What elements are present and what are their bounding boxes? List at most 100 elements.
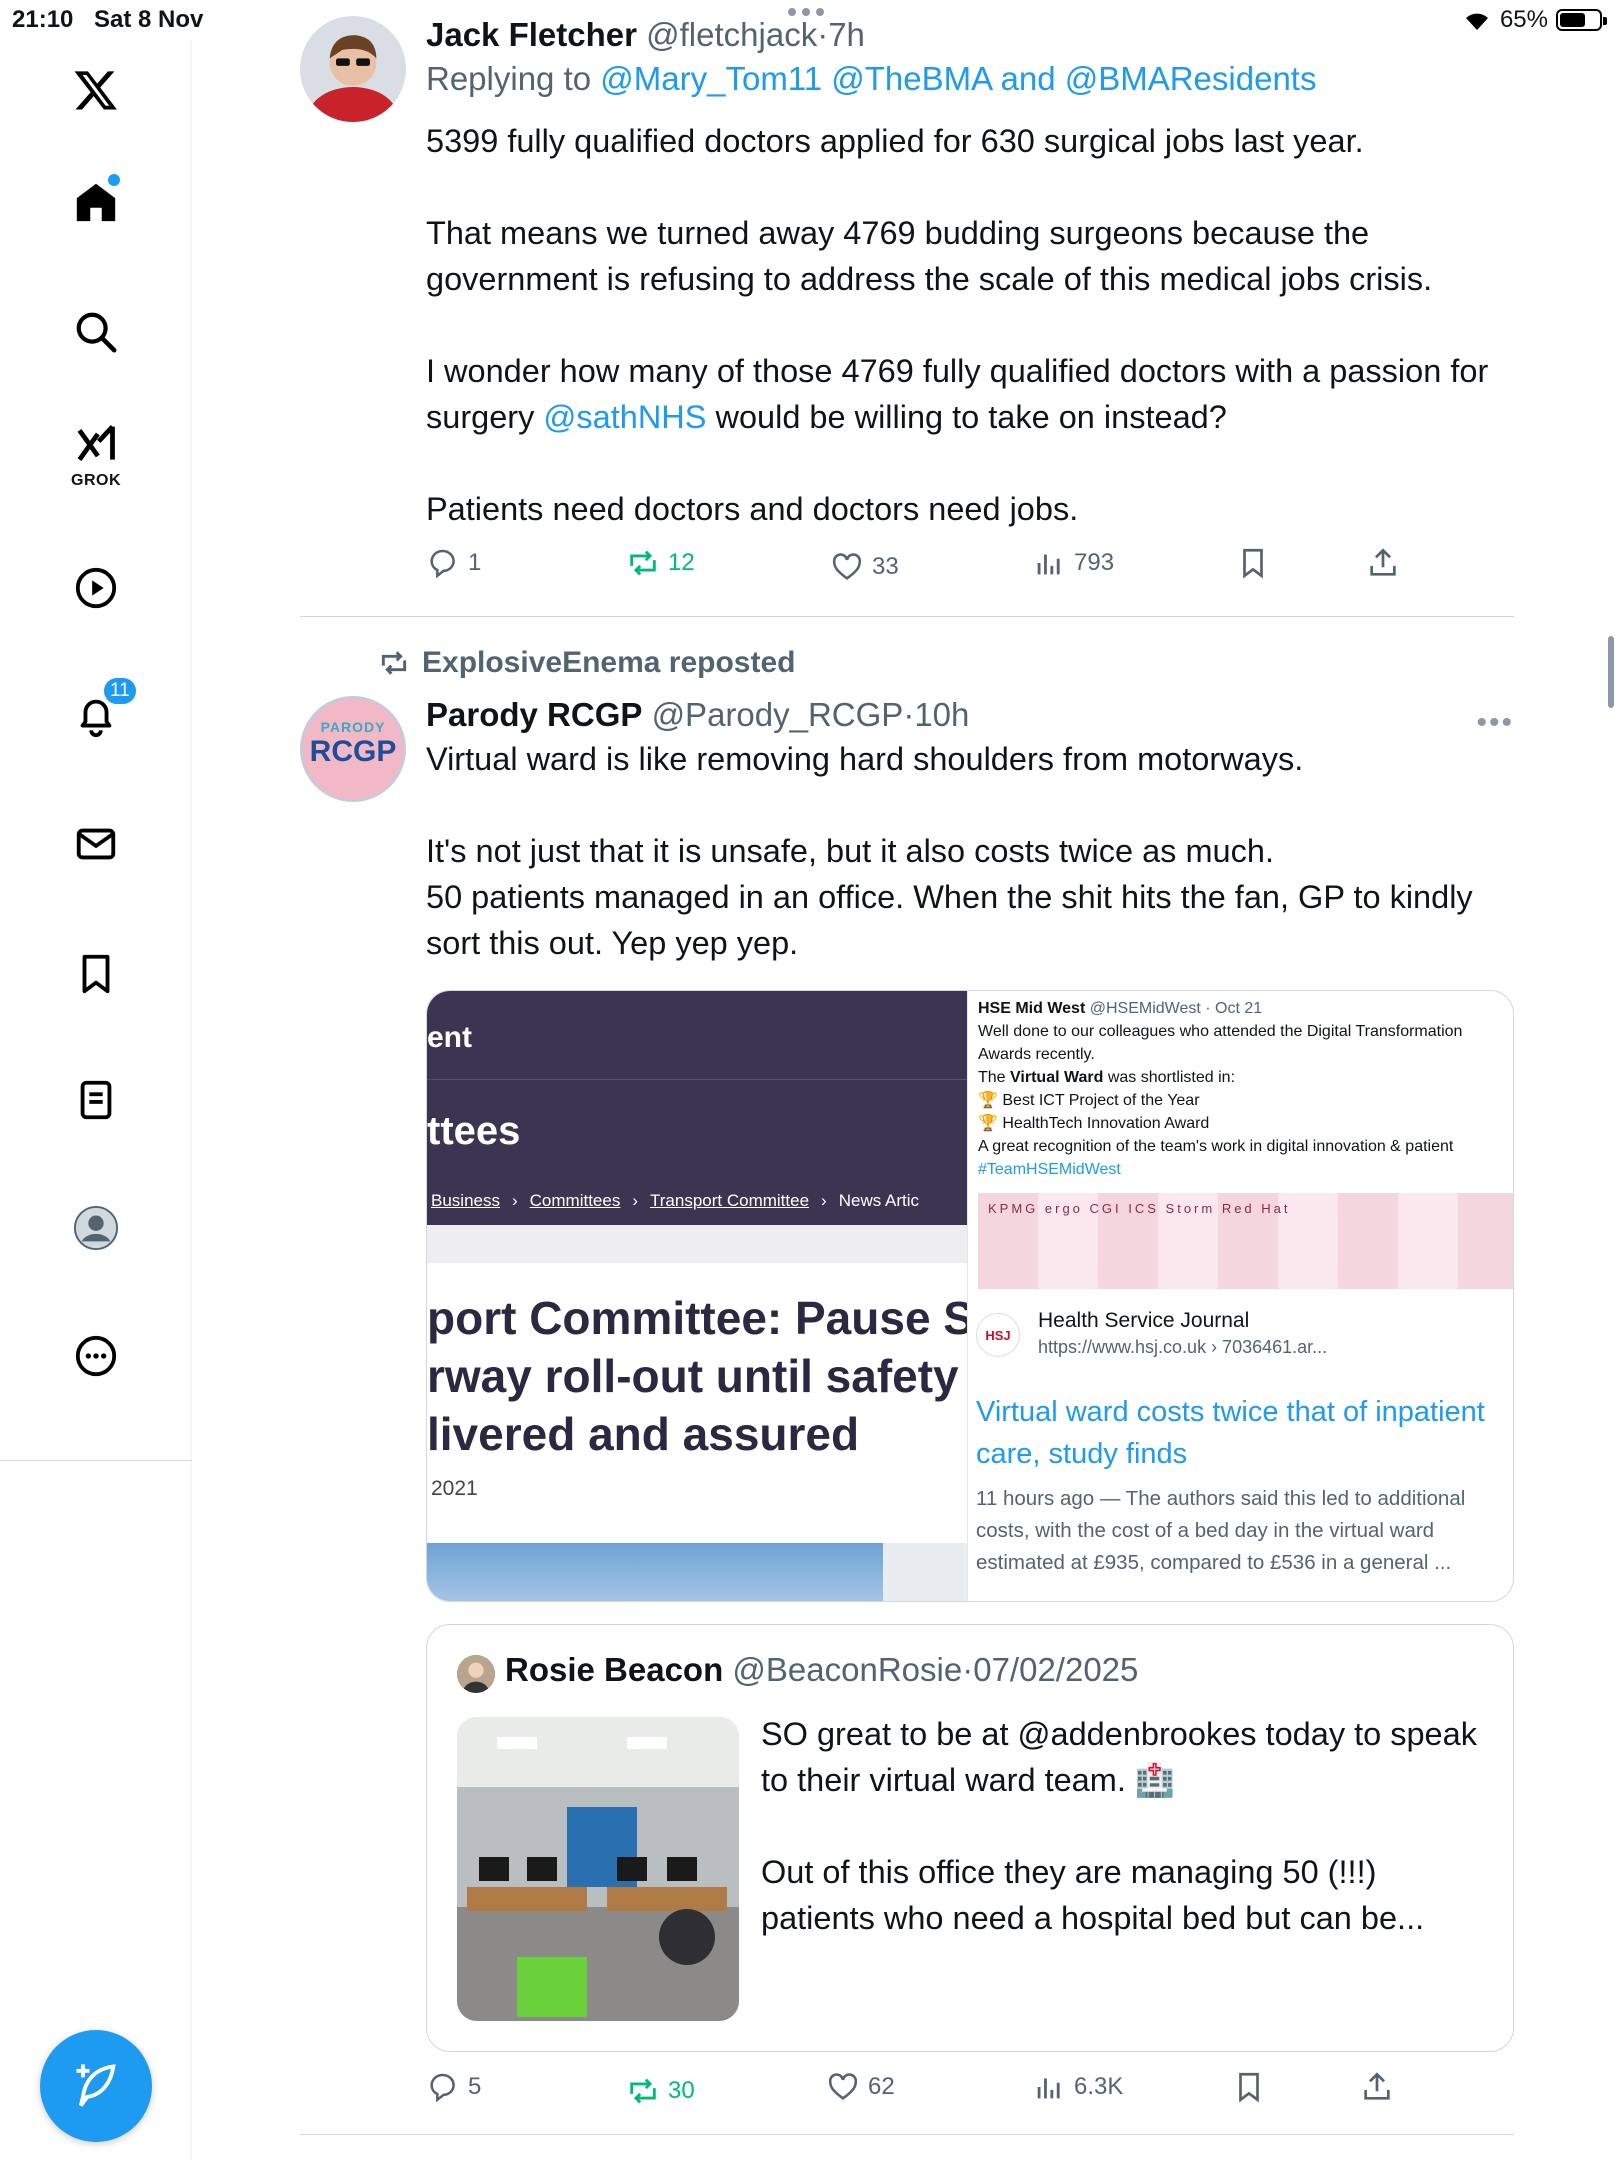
repost-icon xyxy=(381,651,407,675)
tweet-header: Parody RCGP @Parody_RCGP·10h xyxy=(426,696,969,734)
author-handle[interactable]: @fletchjack xyxy=(646,16,817,53)
tweet-media-grid[interactable]: ent ttees Business › Committees › Transport … xyxy=(426,990,1514,1602)
tweet-paragraph: It's not just that it is unsafe, but it … xyxy=(426,833,1274,869)
mention-link[interactable]: @sathNHS xyxy=(543,399,706,435)
mention-and: and xyxy=(1000,60,1056,97)
bookmarks-icon[interactable] xyxy=(66,944,126,1004)
multitasking-dots-icon[interactable] xyxy=(788,8,824,16)
article-headline: port Committee: Pause S rway roll-out un… xyxy=(427,1289,967,1463)
grok-icon[interactable]: GROK xyxy=(66,424,126,489)
backdrop-sponsor-logos: KPMG ergo CGI ICS Storm Red Hat xyxy=(988,1201,1291,1216)
reply-icon xyxy=(430,549,455,579)
share-icon xyxy=(1364,2072,1390,2100)
more-options-icon[interactable] xyxy=(66,1326,126,1386)
home-unread-dot xyxy=(108,174,120,186)
status-time: 21:10 xyxy=(12,6,74,33)
author-name[interactable]: Parody RCGP xyxy=(426,696,642,733)
share-button[interactable] xyxy=(1360,2070,1394,2104)
tweet-paragraph: Out of this office they are managing 50 … xyxy=(761,1854,1425,1936)
author-handle[interactable]: @Parody_RCGP xyxy=(652,696,904,733)
breadcrumb: Business › Committees › Transport Committee ›… xyxy=(431,1191,920,1210)
profile-avatar-icon[interactable] xyxy=(66,1198,126,1258)
x-logo-icon[interactable] xyxy=(66,60,126,120)
grok-label: GROK xyxy=(71,472,121,489)
embedded-text: 🏆 HealthTech Innovation Award xyxy=(978,1115,1210,1132)
tweet-paragraph: I wonder how many of those 4769 fully qu… xyxy=(426,348,1516,440)
media-image-hsj-screenshot[interactable]: HSE Mid West @HSEMidWest · Oct 21 Well d… xyxy=(967,991,1513,1601)
article-photo-sky xyxy=(427,1543,883,1601)
avatar-text-parody: PARODY xyxy=(320,719,386,735)
avatar[interactable] xyxy=(300,16,406,122)
notifications-bell-icon[interactable]: 11 xyxy=(66,676,138,746)
more-options-icon[interactable]: ••• xyxy=(1476,706,1514,740)
search-icon[interactable] xyxy=(66,302,126,362)
reply-button[interactable]: 5 xyxy=(426,2070,481,2104)
media-image-committee-article[interactable]: ent ttees Business › Committees › Transport … xyxy=(427,991,967,1601)
home-icon[interactable] xyxy=(66,172,126,232)
compose-post-button[interactable] xyxy=(40,2030,152,2142)
reply-button[interactable]: 1 xyxy=(426,546,481,580)
mention-link[interactable]: @TheBMA xyxy=(831,60,991,97)
views-chart-icon xyxy=(1037,554,1060,575)
scrollbar[interactable] xyxy=(1608,636,1614,708)
article-banner: ent ttees Business › Committees › Transport … xyxy=(427,991,967,1263)
avatar-text-rcgp: RCGP xyxy=(309,735,397,768)
embedded-meta: @HSEMidWest · Oct 21 xyxy=(1089,1000,1263,1017)
repost-banner[interactable]: ExplosiveEnema reposted xyxy=(378,646,795,680)
like-count: 62 xyxy=(868,2073,895,2100)
tweet-divider xyxy=(300,616,1514,617)
views-button[interactable]: 793 xyxy=(1032,546,1114,580)
battery-icon xyxy=(1556,9,1607,31)
reply-count: 1 xyxy=(468,549,482,576)
author-handle: @BeaconRosie xyxy=(732,1651,963,1688)
share-icon xyxy=(1370,548,1396,576)
compose-feather-icon xyxy=(76,2064,116,2107)
messages-icon[interactable] xyxy=(66,814,126,874)
link-title: Virtual ward costs twice that of inpatie… xyxy=(976,1396,1485,1470)
quoted-tweet[interactable]: Rosie Beacon @BeaconRosie·07/02/2025 SO … xyxy=(426,1624,1514,2052)
awards-backdrop-photo: KPMG ergo CGI ICS Storm Red Hat xyxy=(978,1193,1513,1289)
reply-count: 5 xyxy=(468,2073,482,2100)
like-button[interactable]: 33 xyxy=(830,550,899,584)
tweet-actions: 1 12 33 793 xyxy=(426,546,1426,586)
bookmark-icon xyxy=(1239,2072,1259,2103)
like-button[interactable]: 62 xyxy=(826,2070,895,2104)
headline-line: port Committee: Pause S xyxy=(427,1292,967,1344)
repost-button[interactable]: 12 xyxy=(626,546,695,580)
embedded-tweet-screenshot: HSE Mid West @HSEMidWest · Oct 21 Well d… xyxy=(978,997,1513,1181)
tweet-time[interactable]: 7h xyxy=(828,16,865,53)
bookmark-button[interactable] xyxy=(1236,546,1270,580)
replying-to-line: Replying to @Mary_Tom11 @TheBMA and @BMA… xyxy=(426,60,1316,98)
quoted-tweet-text: SO great to be at @addenbrookes today to… xyxy=(761,1711,1491,1941)
author-name[interactable]: Jack Fletcher xyxy=(426,16,637,53)
link-description: 11 hours ago — The authors said this led… xyxy=(976,1487,1466,1574)
repost-banner-text: ExplosiveEnema reposted xyxy=(422,646,796,679)
replying-to-label: Replying to xyxy=(426,60,592,97)
avatar[interactable]: PARODY RCGP xyxy=(300,696,406,802)
tweet-paragraph: That means we turned away 4769 budding s… xyxy=(426,215,1433,297)
lists-icon[interactable] xyxy=(66,1070,126,1130)
repost-button[interactable]: 30 xyxy=(626,2074,695,2108)
video-icon[interactable] xyxy=(66,558,126,618)
status-date: Sat 8 Nov xyxy=(94,6,204,33)
tweet-text-span: would be willing to take on instead? xyxy=(715,399,1227,435)
tweet-text: Virtual ward is like removing hard shoul… xyxy=(426,736,1516,966)
office-photo xyxy=(457,1717,739,2021)
heart-icon xyxy=(832,553,862,580)
mention-link[interactable]: @BMAResidents xyxy=(1065,60,1317,97)
embedded-text: The Virtual Ward was shortlisted in: xyxy=(978,1069,1236,1086)
quoted-tweet-photo[interactable] xyxy=(457,1717,739,2021)
mention-link[interactable]: @Mary_Tom11 xyxy=(600,60,822,97)
tweet-paragraph: Patients need doctors and doctors need j… xyxy=(426,491,1079,527)
source-url: https://www.hsj.co.uk › 7036461.ar... xyxy=(1038,1337,1328,1357)
share-button[interactable] xyxy=(1366,546,1400,580)
tweet-time[interactable]: 10h xyxy=(914,696,969,733)
views-chart-icon xyxy=(1037,2078,1060,2099)
separator-dot: · xyxy=(817,16,829,53)
views-button[interactable]: 6.3K xyxy=(1032,2070,1123,2104)
tweet-jack-fletcher[interactable]: Jack Fletcher @fletchjack·7h Replying to… xyxy=(300,16,1514,616)
like-count: 33 xyxy=(872,553,899,580)
banner-text: ent xyxy=(427,1021,472,1054)
bookmark-button[interactable] xyxy=(1232,2070,1266,2104)
reply-icon xyxy=(430,2073,455,2103)
